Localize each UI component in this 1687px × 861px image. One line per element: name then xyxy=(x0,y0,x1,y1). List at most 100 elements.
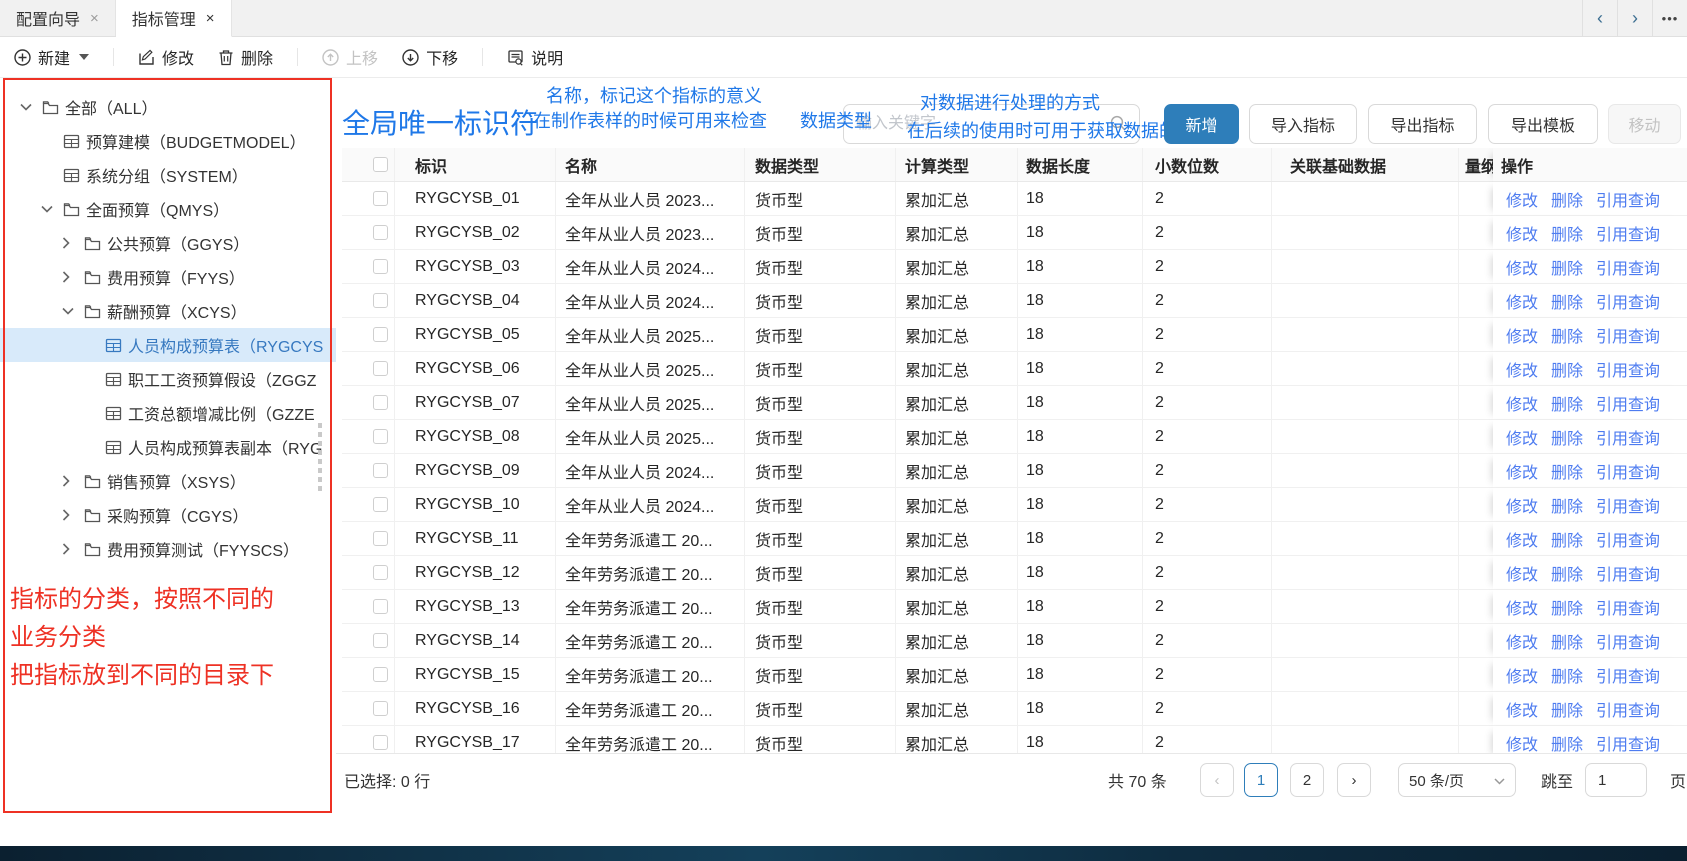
edit-link[interactable]: 修改 xyxy=(1506,255,1538,279)
move-button[interactable]: 移动 xyxy=(1608,104,1681,144)
select-all-checkbox[interactable] xyxy=(373,157,388,172)
edit-link[interactable]: 修改 xyxy=(1506,289,1538,313)
reference-query-link[interactable]: 引用查询 xyxy=(1596,731,1660,754)
tree-item-folder[interactable]: 费用预算（FYYS） xyxy=(0,260,336,294)
delete-link[interactable]: 删除 xyxy=(1551,561,1583,585)
edit-link[interactable]: 修改 xyxy=(1506,527,1538,551)
reference-query-link[interactable]: 引用查询 xyxy=(1596,221,1660,245)
row-checkbox[interactable] xyxy=(373,361,388,376)
tree-item-table[interactable]: 职工工资预算假设（ZGGZ xyxy=(0,362,336,396)
reference-query-link[interactable]: 引用查询 xyxy=(1596,629,1660,653)
tab-config-wizard[interactable]: 配置向导 × xyxy=(0,0,116,36)
edit-link[interactable]: 修改 xyxy=(1506,697,1538,721)
delete-link[interactable]: 删除 xyxy=(1551,289,1583,313)
delete-link[interactable]: 删除 xyxy=(1551,255,1583,279)
chevron-right-icon[interactable] xyxy=(62,509,84,521)
edit-link[interactable]: 修改 xyxy=(1506,221,1538,245)
edit-link[interactable]: 修改 xyxy=(1506,629,1538,653)
delete-link[interactable]: 删除 xyxy=(1551,425,1583,449)
chevron-right-icon[interactable] xyxy=(62,543,84,555)
edit-link[interactable]: 修改 xyxy=(1506,493,1538,517)
edit-link[interactable]: 修改 xyxy=(1506,663,1538,687)
row-checkbox[interactable] xyxy=(373,327,388,342)
move-down-button[interactable]: 下移 xyxy=(402,45,458,69)
tab-scroll-left-button[interactable]: ‹ xyxy=(1582,0,1617,36)
reference-query-link[interactable]: 引用查询 xyxy=(1596,697,1660,721)
tree-item-folder[interactable]: 薪酬预算（XCYS） xyxy=(0,294,336,328)
delete-link[interactable]: 删除 xyxy=(1551,527,1583,551)
delete-link[interactable]: 删除 xyxy=(1551,697,1583,721)
export-template-button[interactable]: 导出模板 xyxy=(1488,104,1598,144)
row-checkbox[interactable] xyxy=(373,259,388,274)
tree-item-folder[interactable]: 全部（ALL） xyxy=(0,90,336,124)
tree-item-folder[interactable]: 公共预算（GGYS） xyxy=(0,226,336,260)
delete-link[interactable]: 删除 xyxy=(1551,187,1583,211)
delete-link[interactable]: 删除 xyxy=(1551,629,1583,653)
edit-link[interactable]: 修改 xyxy=(1506,561,1538,585)
help-button[interactable]: 说明 xyxy=(507,45,563,69)
delete-link[interactable]: 删除 xyxy=(1551,221,1583,245)
new-button[interactable]: 新建 xyxy=(14,45,89,69)
reference-query-link[interactable]: 引用查询 xyxy=(1596,289,1660,313)
delete-link[interactable]: 删除 xyxy=(1551,357,1583,381)
import-indicators-button[interactable]: 导入指标 xyxy=(1249,104,1357,144)
row-checkbox[interactable] xyxy=(373,735,388,750)
row-checkbox[interactable] xyxy=(373,293,388,308)
delete-link[interactable]: 删除 xyxy=(1551,493,1583,517)
reference-query-link[interactable]: 引用查询 xyxy=(1596,493,1660,517)
page-button-2[interactable]: 2 xyxy=(1290,763,1324,797)
reference-query-link[interactable]: 引用查询 xyxy=(1596,391,1660,415)
edit-link[interactable]: 修改 xyxy=(1506,357,1538,381)
page-button-1[interactable]: 1 xyxy=(1244,763,1278,797)
reference-query-link[interactable]: 引用查询 xyxy=(1596,425,1660,449)
edit-link[interactable]: 修改 xyxy=(1506,731,1538,754)
add-button[interactable]: 新增 xyxy=(1164,104,1239,144)
row-checkbox[interactable] xyxy=(373,633,388,648)
chevron-down-icon[interactable] xyxy=(62,307,84,315)
row-checkbox[interactable] xyxy=(373,225,388,240)
delete-link[interactable]: 删除 xyxy=(1551,323,1583,347)
tree-item-folder[interactable]: 费用预算测试（FYYSCS） xyxy=(0,532,336,566)
row-checkbox[interactable] xyxy=(373,531,388,546)
tab-indicator-management[interactable]: 指标管理 × xyxy=(116,0,232,37)
export-indicators-button[interactable]: 导出指标 xyxy=(1368,104,1477,144)
delete-link[interactable]: 删除 xyxy=(1551,459,1583,483)
edit-link[interactable]: 修改 xyxy=(1506,187,1538,211)
chevron-down-icon[interactable] xyxy=(41,205,63,213)
row-checkbox[interactable] xyxy=(373,701,388,716)
tab-scroll-right-button[interactable]: › xyxy=(1617,0,1652,36)
delete-button[interactable]: 删除 xyxy=(218,45,273,69)
tree-item-table[interactable]: 工资总额增减比例（GZZE xyxy=(0,396,336,430)
edit-link[interactable]: 修改 xyxy=(1506,425,1538,449)
tree-item-table[interactable]: 预算建模（BUDGETMODEL） xyxy=(0,124,336,158)
tree-item-folder[interactable]: 全面预算（QMYS） xyxy=(0,192,336,226)
tree-item-table[interactable]: 人员构成预算表副本（RYG xyxy=(0,430,336,464)
tree-item-folder[interactable]: 销售预算（XSYS） xyxy=(0,464,336,498)
sidebar-resize-handle[interactable] xyxy=(318,423,322,493)
jump-to-page-input[interactable] xyxy=(1585,763,1647,797)
row-checkbox[interactable] xyxy=(373,463,388,478)
row-checkbox[interactable] xyxy=(373,599,388,614)
delete-link[interactable]: 删除 xyxy=(1551,731,1583,754)
search-icon[interactable] xyxy=(1110,115,1127,137)
chevron-right-icon[interactable] xyxy=(62,475,84,487)
tree-item-table[interactable]: 系统分组（SYSTEM） xyxy=(0,158,336,192)
close-icon[interactable]: × xyxy=(206,10,215,27)
delete-link[interactable]: 删除 xyxy=(1551,391,1583,415)
chevron-right-icon[interactable] xyxy=(62,271,84,283)
search-input[interactable] xyxy=(843,104,1140,144)
row-checkbox[interactable] xyxy=(373,565,388,580)
tree-item-table[interactable]: 人员构成预算表（RYGCYS xyxy=(0,328,336,362)
close-icon[interactable]: × xyxy=(90,10,99,27)
move-up-button[interactable]: 上移 xyxy=(322,45,378,69)
edit-link[interactable]: 修改 xyxy=(1506,323,1538,347)
delete-link[interactable]: 删除 xyxy=(1551,595,1583,619)
edit-link[interactable]: 修改 xyxy=(1506,391,1538,415)
next-page-button[interactable]: › xyxy=(1337,763,1371,797)
reference-query-link[interactable]: 引用查询 xyxy=(1596,663,1660,687)
reference-query-link[interactable]: 引用查询 xyxy=(1596,323,1660,347)
reference-query-link[interactable]: 引用查询 xyxy=(1596,527,1660,551)
chevron-down-icon[interactable] xyxy=(20,103,42,111)
row-checkbox[interactable] xyxy=(373,395,388,410)
prev-page-button[interactable]: ‹ xyxy=(1200,763,1234,797)
